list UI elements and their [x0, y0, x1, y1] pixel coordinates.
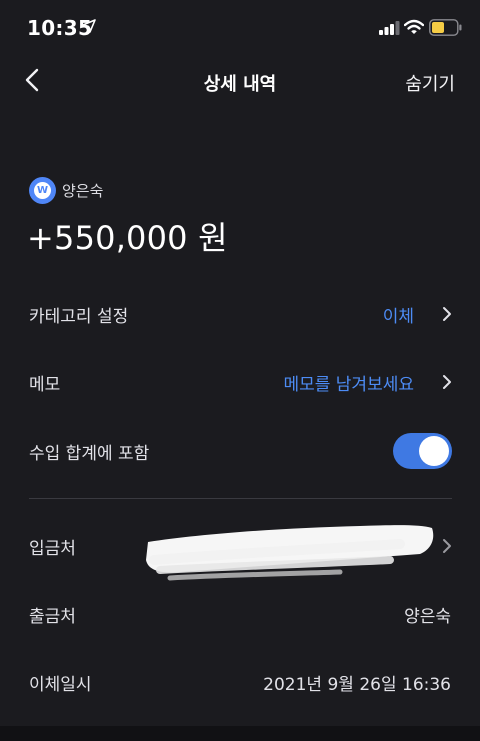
- transaction-amount: +550,000 원: [27, 219, 228, 257]
- battery-icon: [429, 19, 462, 36]
- chevron-right-icon: [443, 539, 451, 553]
- bottom-edge: [0, 726, 480, 741]
- cellular-signal-icon: [379, 21, 400, 35]
- bank-logo-letter: W: [34, 182, 51, 199]
- status-bar: 10:35: [0, 0, 480, 58]
- memo-row[interactable]: 메모 메모를 남겨보세요: [0, 362, 480, 402]
- memo-placeholder: 메모를 남겨보세요: [283, 375, 414, 395]
- chevron-right-icon: [443, 307, 451, 321]
- transfer-time-value: 2021년 9월 26일 16:36: [263, 675, 451, 695]
- include-income-toggle[interactable]: [393, 433, 452, 469]
- withdraw-from-value: 양은숙: [404, 607, 451, 627]
- redaction-scribble: [146, 525, 434, 581]
- navigation-bar: 상세 내역 숨기기: [0, 58, 480, 104]
- withdraw-from-row: 출금처 양은숙: [0, 594, 480, 634]
- transfer-time-label: 이체일시: [29, 675, 92, 695]
- deposit-to-label: 입금처: [29, 539, 76, 559]
- account-holder-name: 양은숙: [62, 182, 104, 200]
- hide-button[interactable]: 숨기기: [405, 70, 455, 96]
- section-divider: [29, 498, 452, 499]
- bank-logo-icon: W: [29, 177, 56, 204]
- transfer-time-row: 이체일시 2021년 9월 26일 16:36: [0, 662, 480, 702]
- memo-label: 메모: [29, 375, 61, 395]
- category-value: 이체: [382, 307, 414, 327]
- chevron-right-icon: [443, 375, 451, 389]
- wifi-icon: [404, 19, 424, 34]
- toggle-knob: [419, 436, 449, 466]
- transaction-detail-screen: 10:35 상세 내역 숨기기 W 양은숙 +550,000 원 카테고리 설정…: [0, 0, 480, 741]
- category-label: 카테고리 설정: [29, 307, 129, 327]
- category-setting-row[interactable]: 카테고리 설정 이체: [0, 294, 480, 334]
- withdraw-from-label: 출금처: [29, 607, 76, 627]
- include-income-label: 수입 합계에 포함: [29, 444, 150, 464]
- location-arrow-icon: [82, 19, 96, 33]
